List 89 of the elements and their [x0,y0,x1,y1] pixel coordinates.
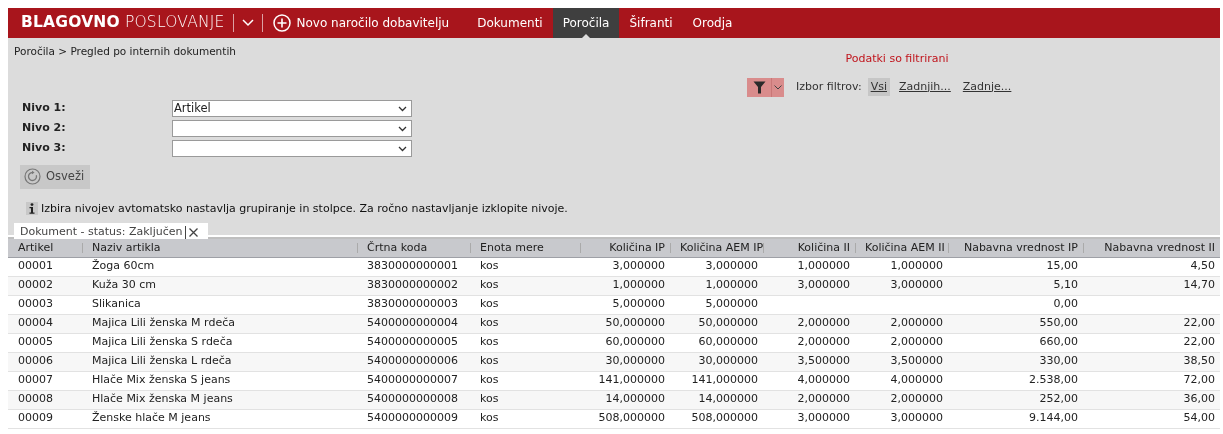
column-header[interactable]: Količina AEM II [855,238,948,257]
table-cell: 60,000000 [580,333,670,352]
table-cell: 5400000000005 [357,333,470,352]
table-cell: 9.144,00 [948,409,1083,428]
table-cell: 5400000000007 [357,371,470,390]
table-cell: Žoga 60cm [82,257,357,276]
app-title: BLAGOVNO POSLOVANJE [20,12,225,34]
refresh-button[interactable]: Osveži [20,164,91,189]
filter-chip-label: Dokument - status: Zaključen [20,224,183,241]
filter-button[interactable] [747,77,784,97]
table-cell: 3830000000003 [357,295,470,314]
nav-tab[interactable]: Dokumenti [467,8,553,38]
column-header[interactable]: Nabavna vrednost II [1083,238,1220,257]
nav-tab[interactable]: Šifranti [619,8,683,38]
level-label: Nivo 1: [22,100,67,117]
table-cell: 15,00 [948,257,1083,276]
table-cell: kos [470,295,580,314]
table-cell: 4,50 [1083,257,1220,276]
plus-icon [272,14,291,32]
select-field[interactable] [172,120,412,137]
table-cell: 508,000000 [580,409,670,428]
table-cell: 4,000000 [763,371,855,390]
table-cell: 22,00 [1083,333,1220,352]
column-header[interactable]: Črtna koda [357,238,470,257]
table-cell: 1,000000 [855,257,948,276]
table-cell: 72,00 [1083,371,1220,390]
select-field[interactable]: Artikel [172,100,412,117]
filter-notice: Podatki so filtrirani [844,51,950,67]
table-cell: 5400000000009 [357,409,470,428]
refresh-icon [24,168,41,185]
table-cell: 0,00 [948,295,1083,314]
table-cell: 141,000000 [670,371,763,390]
column-header[interactable]: Naziv artikla [82,238,357,257]
table-cell: 54,00 [1083,409,1220,428]
table-cell: 00005 [8,333,82,352]
level-label: Nivo 2: [22,120,67,137]
table-cell: 2,000000 [763,333,855,352]
table-cell: 508,000000 [670,409,763,428]
level-label: Nivo 3: [22,140,67,157]
chevron-down-icon [398,145,407,152]
info-icon [26,202,38,216]
table-cell: Ženske hlače M jeans [82,409,357,428]
table-cell: 00007 [8,371,82,390]
table-cell: 3830000000001 [357,257,470,276]
table-cell: Hlače Mix ženska S jeans [82,371,357,390]
table-cell: 2.538,00 [948,371,1083,390]
table-cell: 3,000000 [580,257,670,276]
chevron-down-icon [398,105,407,112]
table-cell: 4,000000 [855,371,948,390]
column-header[interactable]: Artikel [8,238,82,257]
nav-tab[interactable]: Poročila [552,8,620,38]
table-cell: 1,000000 [763,257,855,276]
table-cell: kos [470,333,580,352]
column-header[interactable]: Nabavna vrednost IP [948,238,1083,257]
table-cell: 60,000000 [670,333,763,352]
nav-tab[interactable]: Orodja [682,8,743,38]
table-cell: 5,000000 [670,295,763,314]
table-cell: Slikanica [82,295,357,314]
table-cell: kos [470,257,580,276]
table-cell: 2,000000 [855,333,948,352]
filter-option[interactable]: Zadnjih... [896,77,954,97]
close-icon [188,227,200,238]
filter-icon [752,80,766,94]
filter-label: Izbor filtrov: [796,78,862,95]
table-cell: 3,000000 [763,409,855,428]
table-cell: 660,00 [948,333,1083,352]
column-header[interactable]: Količina AEM IP [670,238,763,257]
table-cell: kos [470,409,580,428]
filter-option[interactable]: Vsi [867,77,890,97]
table-cell: 00001 [8,257,82,276]
column-header[interactable]: Enota mere [470,238,580,257]
table-cell: 3,000000 [670,257,763,276]
new-order-button[interactable]: Novo naročilo dobavitelju [262,8,460,38]
table-cell: 5,000000 [580,295,670,314]
info-text: Izbira nivojev avtomatsko nastavlja grupiranje in stolpce. Za ročno nastavljanje izklopite nivoje. [41,200,568,217]
breadcrumb: Poročila > Pregled po internih dokumentih [14,44,236,59]
table-cell: kos [470,371,580,390]
table-cell: 3,000000 [855,409,948,428]
caret-icon [774,84,782,90]
chevron-down-icon [398,125,407,132]
column-header[interactable]: Količina II [763,238,855,257]
table-cell: 141,000000 [580,371,670,390]
table-cell: 00003 [8,295,82,314]
table-cell: Majica Lili ženska S rdeča [82,333,357,352]
column-header[interactable]: Količina IP [580,238,670,257]
table-cell: 00009 [8,409,82,428]
chevron-down-icon[interactable] [241,19,254,27]
select-field[interactable] [172,140,412,157]
filter-option[interactable]: Zadnje... [959,77,1015,97]
